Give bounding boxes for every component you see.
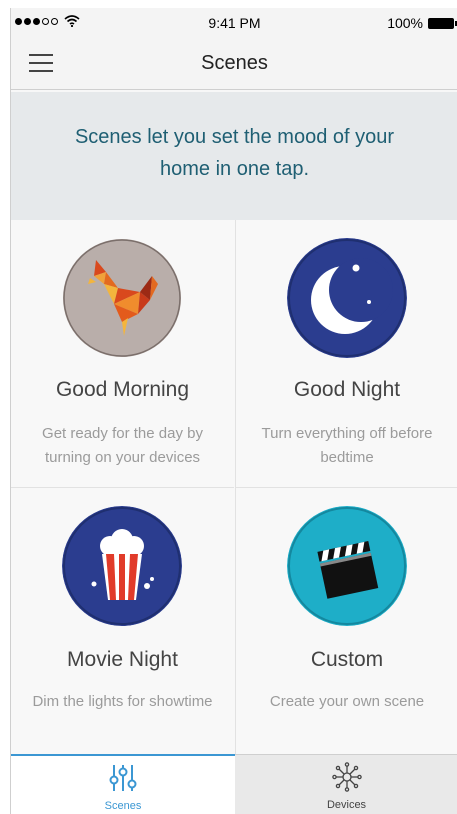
scene-tile-movie-night[interactable]: Movie Night Dim the lights for showtime (11, 487, 234, 754)
origami-rooster-icon (62, 238, 182, 358)
scene-title: Good Morning (55, 378, 190, 401)
status-bar: 9:41 PM 100% (11, 8, 457, 38)
scene-title: Movie Night (67, 648, 178, 671)
tab-label: Devices (326, 799, 367, 811)
app-screen: 9:41 PM 100% Scenes Scenes let you set t… (10, 8, 457, 814)
page-title: Scenes (201, 52, 268, 74)
intro-banner: Scenes let you set the mood of your home… (11, 92, 457, 220)
scene-title: Custom (310, 648, 384, 671)
scene-tile-custom[interactable]: Custom Create your own scene (235, 487, 457, 754)
scene-description: Dim the lights for showtime (32, 693, 213, 710)
tab-scenes[interactable]: Scenes (11, 754, 235, 814)
network-hub-icon (331, 762, 362, 792)
crescent-moon-icon (287, 238, 407, 358)
intro-line-2: home in one tap. (160, 158, 309, 180)
battery-icon (428, 17, 457, 29)
intro-line-1: Scenes let you set the mood of your (74, 126, 395, 148)
sliders-icon (109, 765, 137, 791)
scene-description: Create your own scene (269, 693, 425, 710)
navigation-bar: Scenes (11, 38, 457, 90)
scenes-grid: Good Morning Get ready for the day by tu… (11, 220, 457, 754)
popcorn-icon (62, 506, 182, 626)
scene-tile-good-morning[interactable]: Good Morning Get ready for the day by tu… (11, 220, 234, 487)
battery-percent: 100% (387, 15, 423, 31)
status-right: 100% (387, 15, 457, 31)
scene-description: Turn everything off before bedtime (261, 425, 433, 466)
tab-label: Scenes (104, 800, 142, 812)
tab-devices[interactable]: Devices (235, 755, 457, 814)
scene-tile-good-night[interactable]: Good Night Turn everything off before be… (235, 220, 457, 487)
clapperboard-icon (287, 506, 407, 626)
scene-description: Get ready for the day by turning on your… (42, 425, 203, 466)
tab-bar: Scenes Devices (11, 754, 457, 814)
scene-title: Good Night (293, 378, 401, 401)
